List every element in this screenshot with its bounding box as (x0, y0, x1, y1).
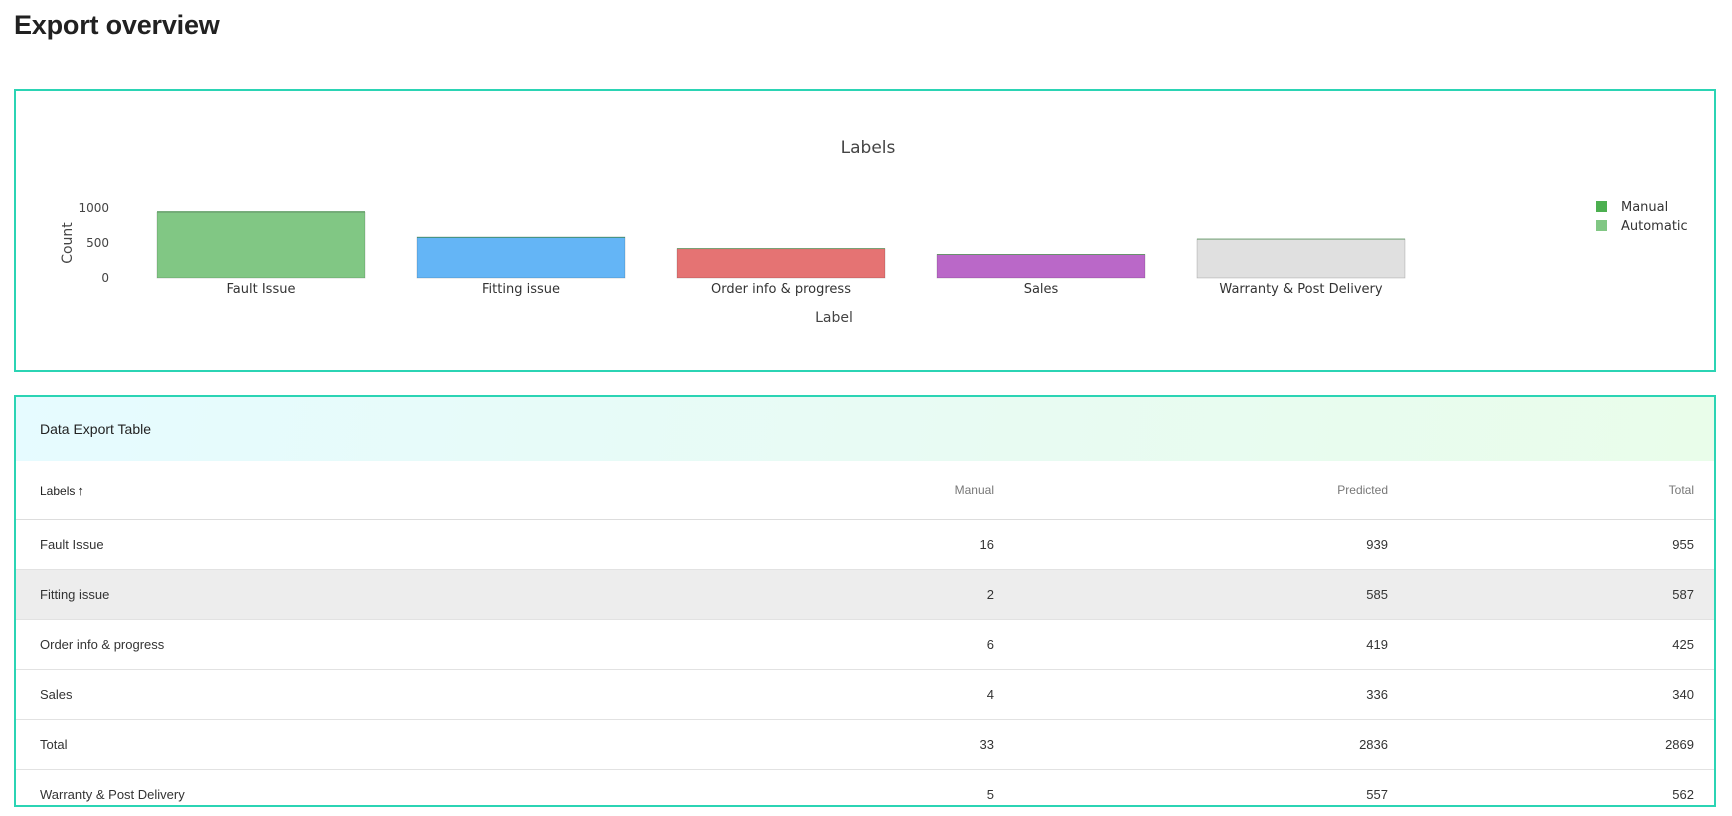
cell-label: Fitting issue (16, 569, 636, 620)
chart-card: Labels Label Count 0 500 1000 Fault Issue F… (14, 89, 1716, 372)
bar-automatic[interactable] (156, 211, 366, 279)
x-tick-label: Warranty & Post Delivery (1219, 282, 1382, 297)
bar-manual[interactable] (937, 254, 1145, 255)
cell-predicted: 419 (995, 619, 1389, 670)
cell-manual: 33 (636, 719, 995, 770)
bar-manual[interactable] (1197, 238, 1405, 240)
cell-manual: 5 (636, 769, 995, 805)
x-tick-label: Fitting issue (482, 282, 560, 297)
labels-bar-chart: Labels Label Count 05001000 Fault Issue F… (60, 138, 1688, 326)
chart-title: Labels (841, 138, 896, 158)
x-axis: Fault Issue Fitting issue Order info & pro… (227, 282, 1383, 297)
cell-label: Order info & progress (16, 619, 636, 670)
legend-swatch[interactable] (1596, 220, 1607, 231)
cell-predicted: 939 (995, 519, 1389, 570)
cell-predicted: 585 (995, 569, 1389, 620)
y-axis-title: Count (60, 222, 76, 264)
bar-manual[interactable] (157, 211, 365, 213)
table-row[interactable]: Sales 4 336 340 (16, 669, 1714, 720)
cell-predicted: 336 (995, 669, 1389, 720)
bar-manual[interactable] (677, 248, 885, 250)
bar-automatic[interactable] (936, 254, 1146, 279)
x-axis-title: Label (815, 310, 853, 326)
cell-total: 2869 (1389, 719, 1714, 770)
table-row[interactable]: Order info & progress 6 419 425 (16, 619, 1714, 670)
cell-total: 562 (1389, 769, 1714, 805)
cell-total: 955 (1389, 519, 1714, 570)
table-row[interactable]: Fitting issue 2 585 587 (16, 569, 1714, 620)
cell-label: Total (16, 719, 636, 770)
bars (156, 211, 1406, 279)
column-header-labels-text: Labels (40, 483, 76, 498)
table-header-row: Labels ↑ Manual Predicted Total (16, 461, 1714, 520)
bar-automatic[interactable] (416, 236, 626, 279)
y-tick-label: 0 (101, 271, 109, 285)
legend-swatch[interactable] (1596, 201, 1607, 212)
cell-label: Fault Issue (16, 519, 636, 570)
cell-total: 587 (1389, 569, 1714, 620)
cell-manual: 4 (636, 669, 995, 720)
bar-automatic[interactable] (676, 248, 886, 279)
table-row[interactable]: Total 33 2836 2869 (16, 719, 1714, 770)
y-axis: 0 500 1000 (78, 201, 109, 285)
column-header-manual[interactable]: Manual (636, 461, 995, 520)
cell-predicted: 557 (995, 769, 1389, 805)
data-export-table-card: Data Export Table Labels ↑ Manual Predict… (14, 395, 1716, 807)
x-tick-label: Fault Issue (227, 282, 296, 297)
cell-label: Warranty & Post Delivery (16, 769, 636, 805)
column-header-predicted[interactable]: Predicted (995, 461, 1389, 520)
legend-label[interactable]: Manual (1621, 200, 1668, 215)
cell-total: 425 (1389, 619, 1714, 670)
table-row[interactable]: Fault Issue 16 939 955 (16, 519, 1714, 570)
table-title: Data Export Table (16, 397, 1714, 461)
column-header-labels[interactable]: Labels ↑ (16, 461, 636, 520)
table-row[interactable]: Warranty & Post Delivery 5 557 562 (16, 769, 1714, 805)
cell-label: Sales (16, 669, 636, 720)
bar-manual[interactable] (417, 236, 625, 238)
x-tick-label: Order info & progress (711, 282, 851, 297)
y-tick-label: 500 (86, 236, 109, 250)
x-tick-label: Sales (1024, 282, 1059, 297)
cell-manual: 2 (636, 569, 995, 620)
cell-predicted: 2836 (995, 719, 1389, 770)
cell-manual: 16 (636, 519, 995, 570)
arrow-up-icon[interactable]: ↑ (77, 483, 84, 498)
cell-total: 340 (1389, 669, 1714, 720)
y-tick-label: 1000 (78, 201, 109, 215)
chart-legend[interactable]: Manual Automatic (1596, 200, 1688, 234)
data-export-table: Labels ↑ Manual Predicted Total Fault Iss… (16, 461, 1714, 805)
bar-automatic[interactable] (1196, 238, 1406, 279)
column-header-total[interactable]: Total (1389, 461, 1714, 520)
legend-label[interactable]: Automatic (1621, 219, 1688, 234)
cell-manual: 6 (636, 619, 995, 670)
page-title: Export overview (14, 10, 220, 40)
